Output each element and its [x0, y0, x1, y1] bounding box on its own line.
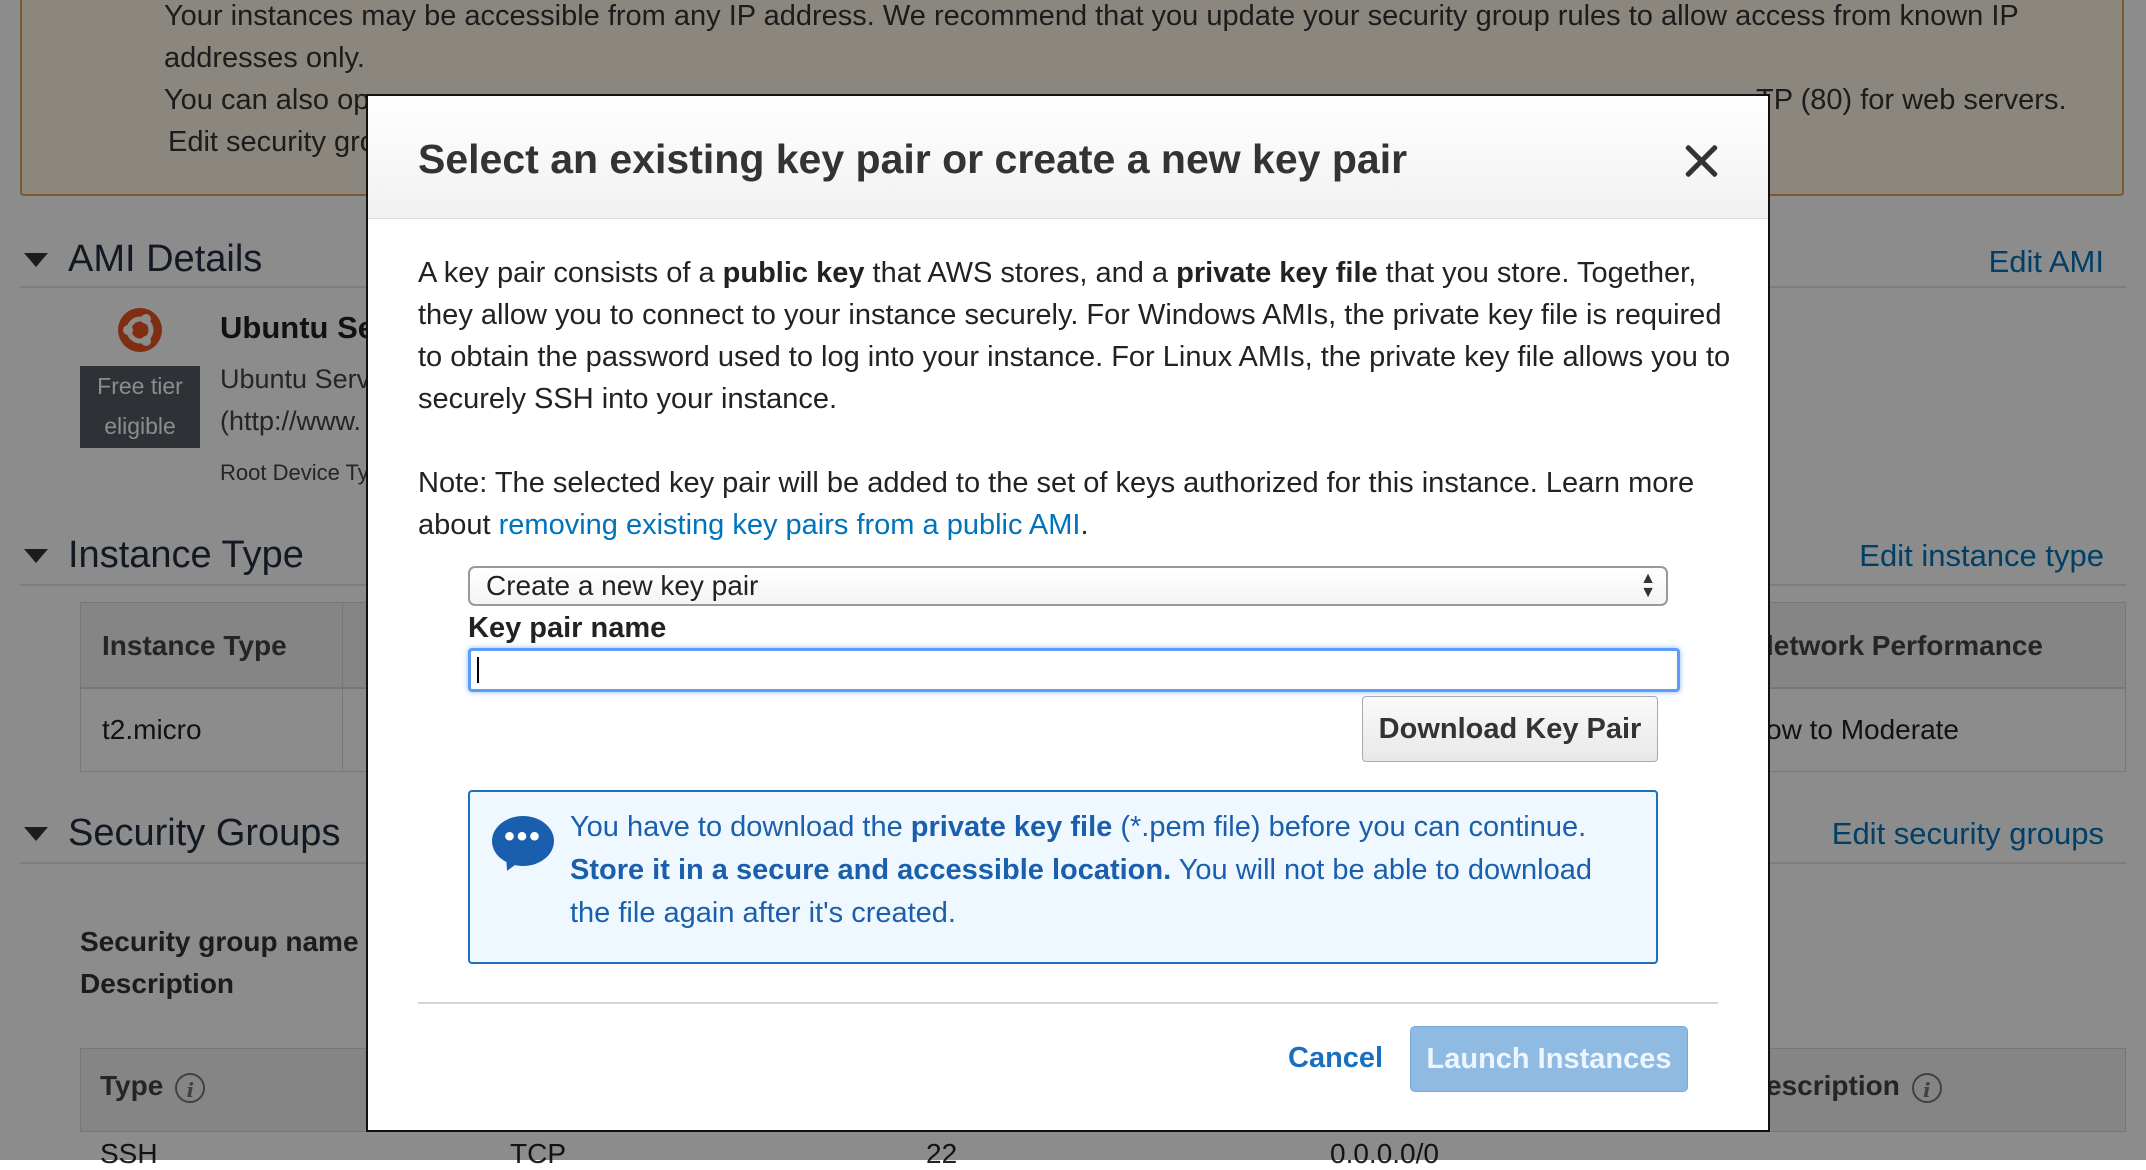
note-text: Note: The selected key pair will be adde… [418, 467, 1695, 541]
download-info-alert: ••• You have to download the private key… [468, 790, 1658, 964]
removing-key-pairs-link[interactable]: removing existing key pairs from a publi… [499, 509, 1081, 541]
launch-instances-button[interactable]: Launch Instances [1410, 1026, 1688, 1092]
key-pair-name-label: Key pair name [468, 612, 667, 644]
download-info-text: You have to download the private key fil… [570, 811, 1592, 929]
key-pair-name-input[interactable] [468, 648, 1680, 692]
select-arrows-icon: ▲ ▼ [1640, 570, 1656, 601]
chat-bubble-icon: ••• [492, 816, 554, 875]
text-cursor [477, 657, 479, 683]
key-pair-explanation: A key pair consists of a public key that… [418, 257, 1731, 415]
key-pair-dialog: Select an existing key pair or create a … [366, 94, 1770, 1132]
dialog-title: Select an existing key pair or create a … [418, 136, 1408, 182]
dialog-header: Select an existing key pair or create a … [368, 96, 1768, 219]
download-key-pair-button[interactable]: Download Key Pair [1362, 696, 1658, 762]
close-icon[interactable] [1682, 142, 1720, 180]
key-pair-action-select[interactable]: Create a new key pair ▲ ▼ [468, 566, 1668, 606]
footer-divider [418, 1002, 1718, 1004]
select-value: Create a new key pair [486, 570, 759, 601]
cancel-button[interactable]: Cancel [1288, 1042, 1383, 1075]
